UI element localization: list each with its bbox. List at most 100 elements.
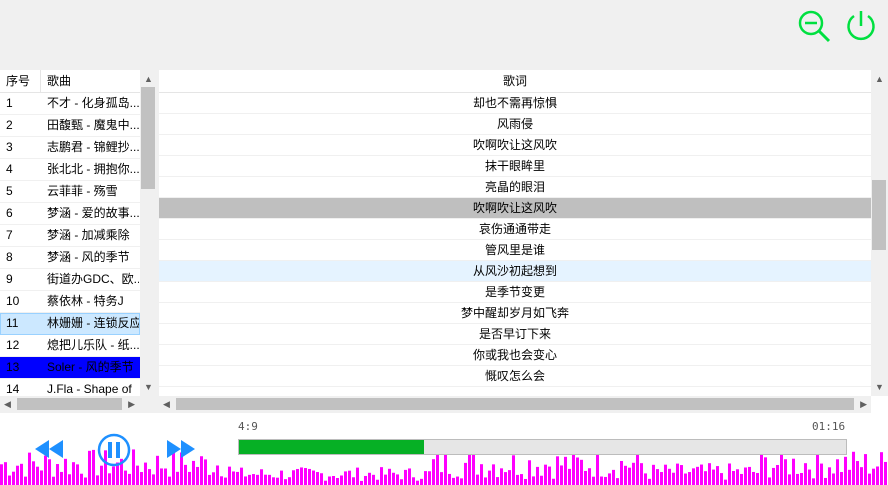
song-list-horizontal-scrollbar[interactable]: ◀ ▶ bbox=[0, 396, 157, 413]
previous-icon[interactable] bbox=[33, 438, 65, 460]
visualizer-bar bbox=[412, 477, 415, 485]
column-separator[interactable] bbox=[40, 70, 41, 92]
song-row[interactable]: 3 志鹏君 - 锦鲤抄... bbox=[0, 137, 140, 159]
lyric-line[interactable]: 管风里是谁 bbox=[159, 240, 871, 261]
scroll-left-arrow-icon[interactable]: ◀ bbox=[163, 399, 170, 410]
visualizer-bar bbox=[196, 466, 199, 485]
visualizer-bar bbox=[380, 467, 383, 485]
song-title: 田馥甄 - 魔鬼中... bbox=[47, 118, 139, 132]
visualizer-bar bbox=[732, 471, 735, 485]
visualizer-bar bbox=[876, 466, 879, 485]
song-number: 11 bbox=[6, 316, 19, 330]
visualizer-bar bbox=[620, 460, 623, 485]
scroll-down-arrow-icon[interactable]: ▼ bbox=[144, 382, 153, 392]
scroll-up-arrow-icon[interactable]: ▲ bbox=[144, 74, 153, 84]
song-row[interactable]: 7 梦涵 - 加减乘除 bbox=[0, 225, 140, 247]
lyric-line[interactable]: 却也不需再惊惧 bbox=[159, 93, 871, 114]
song-number: 10 bbox=[6, 294, 20, 308]
song-row[interactable]: 1 不才 - 化身孤岛... bbox=[0, 93, 140, 115]
scrollbar-thumb[interactable] bbox=[141, 87, 155, 189]
lyrics-header[interactable]: 歌词 bbox=[159, 70, 871, 93]
visualizer-bar bbox=[648, 478, 651, 485]
song-row[interactable]: 4 张北北 - 拥抱你... bbox=[0, 159, 140, 181]
visualizer-bar bbox=[156, 455, 159, 485]
visualizer-bar bbox=[588, 468, 591, 485]
lyric-line[interactable]: 抹干眼眸里 bbox=[159, 156, 871, 177]
visualizer-bar bbox=[612, 469, 615, 485]
song-title: 不才 - 化身孤岛... bbox=[47, 96, 139, 110]
song-row[interactable]: 13 Soler - 风的季节 bbox=[0, 357, 140, 379]
column-header-number[interactable]: 序号 bbox=[6, 70, 40, 92]
song-row[interactable]: 12 熄把儿乐队 - 纸... bbox=[0, 335, 140, 357]
visualizer-bar bbox=[760, 452, 763, 485]
song-row[interactable]: 5 云菲菲 - 殇雪 bbox=[0, 181, 140, 203]
visualizer-bar bbox=[20, 463, 23, 485]
song-row[interactable]: 6 梦涵 - 爱的故事... bbox=[0, 203, 140, 225]
visualizer-bar bbox=[72, 462, 75, 485]
scroll-left-arrow-icon[interactable]: ◀ bbox=[4, 399, 11, 410]
lyric-line[interactable]: 是否早订下来 bbox=[159, 324, 871, 345]
visualizer-bar bbox=[168, 476, 171, 485]
visualizer-bar bbox=[712, 469, 715, 485]
song-title: 林姗姗 - 连锁反应 bbox=[47, 316, 139, 330]
visualizer-bar bbox=[272, 477, 275, 485]
visualizer-bar bbox=[868, 473, 871, 485]
scrollbar-thumb[interactable] bbox=[872, 180, 886, 250]
visualizer-bar bbox=[696, 466, 699, 485]
song-row[interactable]: 2 田馥甄 - 魔鬼中... bbox=[0, 115, 140, 137]
next-icon[interactable] bbox=[165, 438, 197, 460]
song-title: 云菲菲 - 殇雪 bbox=[47, 184, 118, 198]
visualizer-bar bbox=[360, 480, 363, 485]
power-icon[interactable] bbox=[844, 9, 878, 43]
scrollbar-thumb[interactable] bbox=[176, 398, 854, 410]
visualizer-bar bbox=[312, 470, 315, 485]
song-list-rows: 1 不才 - 化身孤岛... 2 田馥甄 - 魔鬼中... 3 志鹏君 - 锦鲤抄... 4… bbox=[0, 93, 140, 401]
visualizer-bar bbox=[492, 464, 495, 485]
lyrics-vertical-scrollbar[interactable]: ▲ ▼ bbox=[871, 70, 888, 396]
visualizer-bar bbox=[364, 475, 367, 485]
visualizer-bar bbox=[472, 453, 475, 485]
song-row[interactable]: 11 林姗姗 - 连锁反应 bbox=[0, 313, 140, 335]
pause-icon[interactable] bbox=[96, 432, 132, 468]
visualizer-bar bbox=[704, 471, 707, 485]
visualizer-bar bbox=[664, 464, 667, 485]
scrollbar-thumb[interactable] bbox=[17, 398, 122, 410]
column-header-song[interactable]: 歌曲 bbox=[47, 70, 137, 92]
lyric-line[interactable]: 是季节变更 bbox=[159, 282, 871, 303]
lyric-line[interactable]: 从风沙初起想到 bbox=[159, 261, 871, 282]
visualizer-bar bbox=[608, 473, 611, 485]
lyric-line[interactable]: 吹啊吹让这风吹 bbox=[159, 198, 871, 219]
song-row[interactable]: 10 蔡依林 - 特务J bbox=[0, 291, 140, 313]
visualizer-bar bbox=[748, 466, 751, 485]
visualizer-bar bbox=[356, 467, 359, 485]
lyric-line[interactable]: 风雨侵 bbox=[159, 114, 871, 135]
visualizer-bar bbox=[36, 466, 39, 485]
visualizer-bar bbox=[60, 471, 63, 485]
song-list-vertical-scrollbar[interactable]: ▲ ▼ bbox=[140, 70, 157, 396]
lyric-line[interactable]: 吹啊吹让这风吹 bbox=[159, 135, 871, 156]
lyric-line[interactable]: 梦中醒却岁月如飞奔 bbox=[159, 303, 871, 324]
scroll-down-arrow-icon[interactable]: ▼ bbox=[875, 382, 884, 392]
visualizer-bar bbox=[220, 476, 223, 485]
lyrics-horizontal-scrollbar[interactable]: ◀ ▶ bbox=[159, 396, 871, 413]
scroll-up-arrow-icon[interactable]: ▲ bbox=[875, 74, 884, 84]
lyric-line[interactable]: 慨叹怎么会 bbox=[159, 366, 871, 387]
visualizer-bar bbox=[164, 468, 167, 485]
top-bar bbox=[0, 0, 888, 70]
zoom-out-icon[interactable] bbox=[797, 9, 831, 43]
scroll-right-arrow-icon[interactable]: ▶ bbox=[128, 399, 135, 410]
song-row[interactable]: 8 梦涵 - 风的季节 bbox=[0, 247, 140, 269]
visualizer-bar bbox=[224, 477, 227, 485]
lyric-line[interactable]: 你或我也会变心 bbox=[159, 345, 871, 366]
visualizer-bar bbox=[628, 467, 631, 485]
lyric-line[interactable]: 哀伤通通带走 bbox=[159, 219, 871, 240]
visualizer-bar bbox=[560, 465, 563, 485]
lyric-line[interactable]: 亮晶的眼泪 bbox=[159, 177, 871, 198]
visualizer-bar bbox=[568, 468, 571, 485]
visualizer-bar bbox=[804, 463, 807, 485]
visualizer-bar bbox=[776, 464, 779, 485]
visualizer-bar bbox=[576, 457, 579, 485]
progress-bar[interactable] bbox=[238, 439, 847, 455]
scroll-right-arrow-icon[interactable]: ▶ bbox=[860, 399, 867, 410]
song-row[interactable]: 9 街道办GDC、欧... bbox=[0, 269, 140, 291]
